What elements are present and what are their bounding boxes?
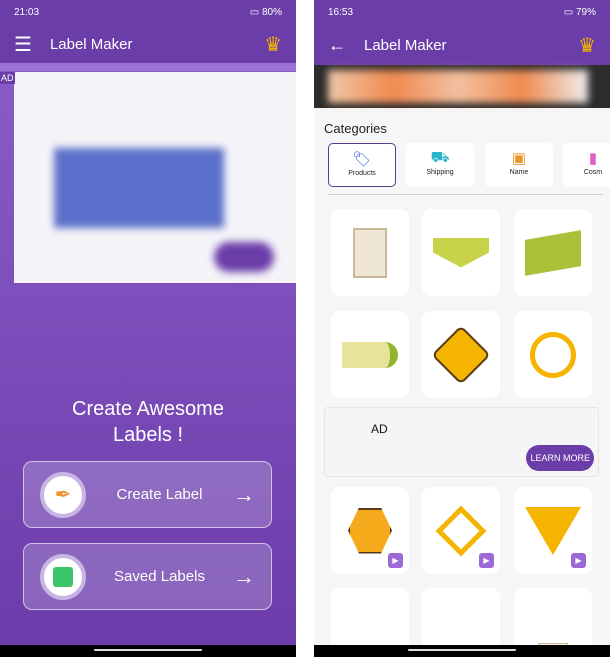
category-cosmetics[interactable]: ▮ Cosm (563, 143, 610, 187)
video-reward-icon: ▶ (479, 553, 494, 568)
video-reward-icon: ▶ (388, 553, 403, 568)
create-label-button[interactable]: ✒ Create Label → (23, 461, 272, 528)
toolbar: ← Label Maker ♛ (314, 25, 610, 65)
learn-more-button[interactable]: LEARN MORE (526, 445, 594, 471)
templates-screen: 16:53 ▭ 79% ← Label Maker ♛ Categories 🏷 P… (314, 0, 610, 657)
pen-tool-icon: ✒ (40, 471, 86, 518)
category-name[interactable]: ▣ Name (485, 143, 553, 187)
floppy-disk-icon (40, 553, 86, 600)
ad-banner[interactable] (314, 65, 610, 108)
ad-banner[interactable] (14, 72, 296, 283)
video-reward-icon: ▶ (571, 553, 586, 568)
category-shipping[interactable]: ⛟ Shipping (406, 143, 474, 187)
label-template[interactable] (514, 209, 592, 296)
premium-label-template[interactable]: ▶ (422, 487, 500, 574)
label-template[interactable] (514, 311, 592, 398)
toolbar: ☰ Label Maker ♛ (0, 25, 296, 63)
premium-label-template[interactable]: ▶ (514, 487, 592, 574)
categories-title: Categories (324, 121, 387, 136)
back-arrow-icon[interactable]: ← (328, 35, 346, 56)
label-template[interactable] (422, 311, 500, 398)
arrow-right-icon: → (233, 481, 255, 507)
premium-label-template[interactable]: ▶ (331, 487, 409, 574)
native-ad[interactable]: AD LEARN MORE (324, 407, 599, 477)
cosmetics-icon: ▮ (588, 150, 598, 167)
label-template[interactable] (331, 209, 409, 296)
home-screen: 21:03 ▭ 80% ☰ Label Maker ♛ AD Create Awe… (0, 0, 296, 657)
label-template[interactable] (422, 209, 500, 296)
saved-labels-button[interactable]: Saved Labels → (23, 543, 272, 610)
status-bar: 16:53 ▭ 79% (314, 0, 610, 25)
arrow-right-icon: → (233, 563, 255, 589)
category-products[interactable]: 🏷 Products (328, 143, 396, 187)
status-bar: 21:03 ▭ 80% (0, 0, 296, 25)
ad-label: AD (371, 422, 388, 436)
id-card-icon: ▣ (511, 150, 527, 167)
tag-icon: 🏷 (352, 151, 372, 168)
gesture-bar (0, 645, 296, 657)
app-title: Label Maker (49, 35, 133, 53)
truck-icon: ⛟ (430, 149, 450, 166)
app-title: Label Maker (364, 36, 447, 54)
ad-label: AD (0, 72, 15, 84)
label-template[interactable] (331, 311, 409, 398)
crown-premium-icon[interactable]: ♛ (578, 33, 596, 58)
battery-level: ▭ 80% (249, 7, 282, 18)
status-time: 21:03 (14, 7, 40, 18)
battery-level: ▭ 79% (563, 7, 596, 18)
page-heading: Create Awesome Labels ! (72, 398, 224, 446)
menu-icon[interactable]: ☰ (14, 32, 32, 57)
gesture-bar (314, 645, 610, 657)
status-time: 16:53 (328, 7, 354, 18)
crown-premium-icon[interactable]: ♛ (264, 32, 282, 57)
